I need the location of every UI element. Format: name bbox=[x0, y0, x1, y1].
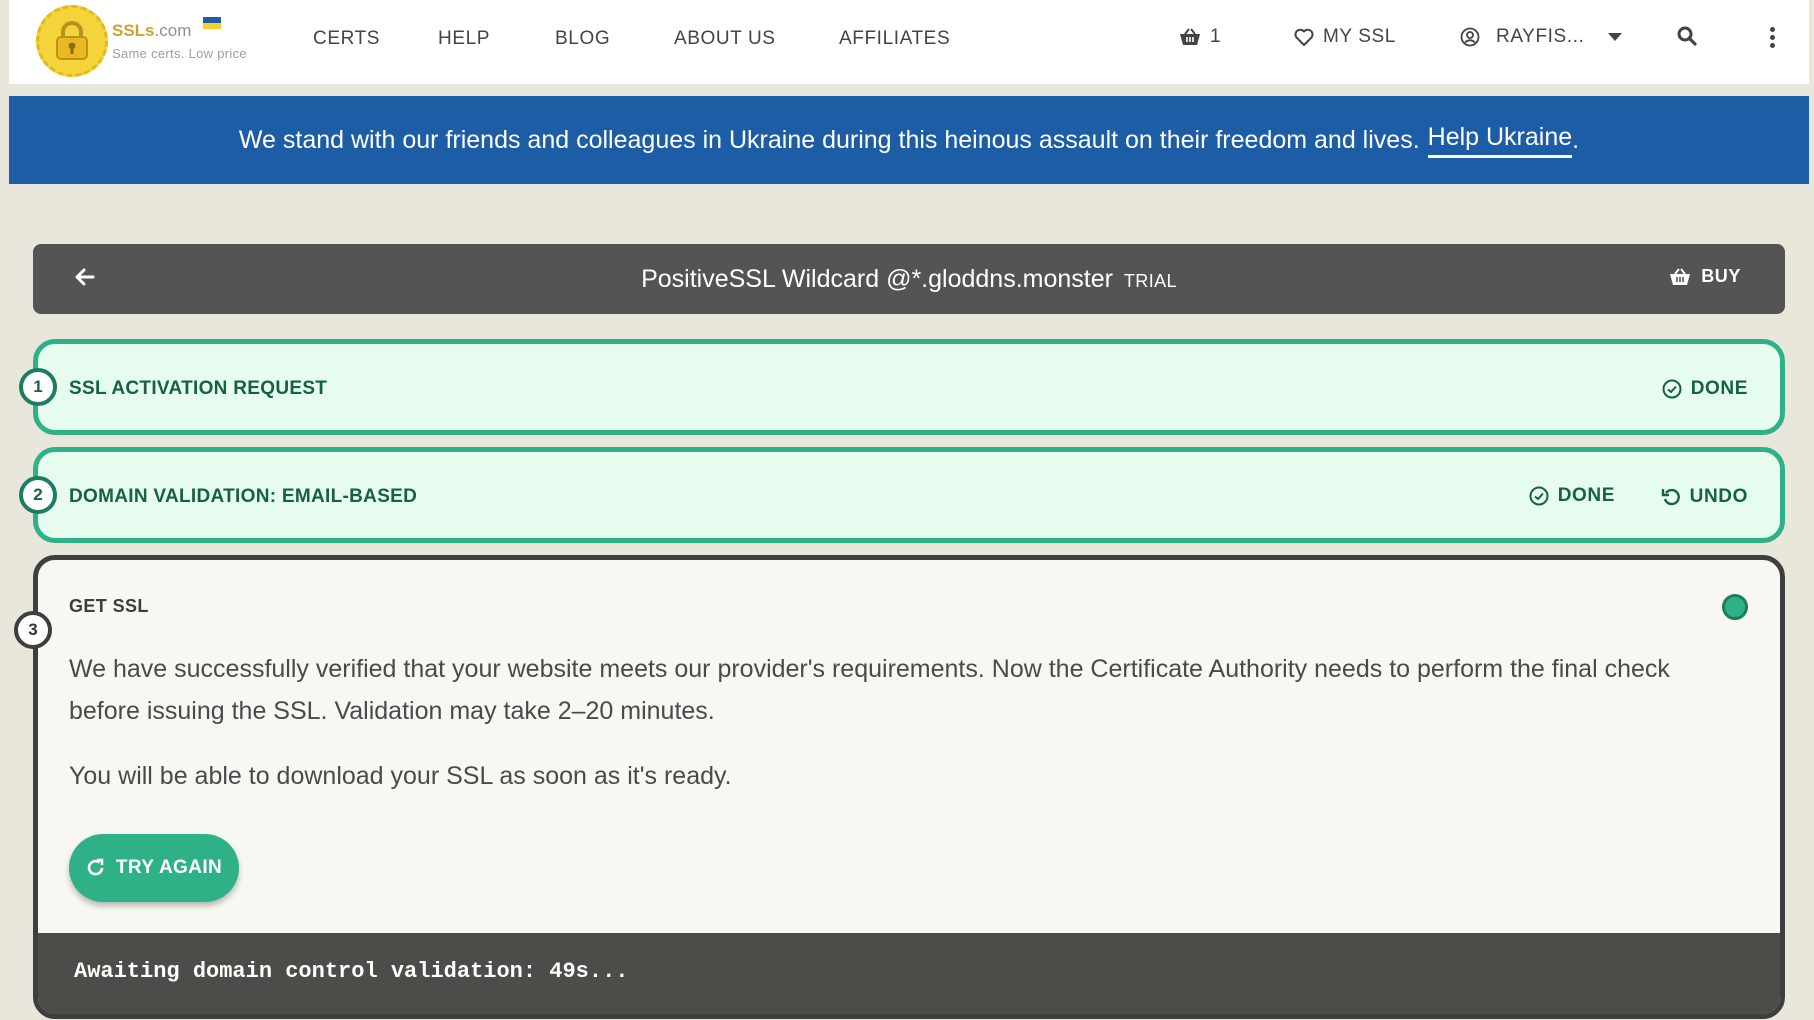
brand-name: SSLs.com bbox=[112, 21, 192, 40]
step-ssl-activation-request: 1 SSL ACTIVATION REQUEST DONE bbox=[19, 339, 1785, 435]
ukraine-support-banner: We stand with our friends and colleagues… bbox=[9, 96, 1809, 184]
step-number: 1 bbox=[19, 368, 57, 406]
page-title: PositiveSSL Wildcard @*.gloddns.monster … bbox=[33, 265, 1785, 294]
console-output: Awaiting domain control validation: 49s.… bbox=[74, 959, 629, 984]
download-info: You will be able to download your SSL as… bbox=[69, 762, 732, 790]
validation-message: We have successfully verified that your … bbox=[69, 655, 1670, 725]
step-title: DOMAIN VALIDATION: EMAIL-BASED bbox=[69, 486, 418, 507]
account-name: RAYFIS... bbox=[1496, 26, 1585, 47]
account-menu[interactable]: RAYFIS... bbox=[1460, 26, 1623, 48]
undo-label: UNDO bbox=[1689, 486, 1748, 507]
banner-text: We stand with our friends and colleagues… bbox=[238, 125, 1420, 154]
validation-console: Awaiting domain control validation: 49s.… bbox=[38, 933, 1780, 1014]
search-icon bbox=[1677, 26, 1697, 46]
undo-button[interactable]: UNDO bbox=[1661, 486, 1748, 508]
status-label: DONE bbox=[1690, 378, 1748, 399]
nav-link-help[interactable]: HELP bbox=[438, 28, 490, 50]
search-button[interactable] bbox=[1677, 26, 1697, 46]
cart-count: 1 bbox=[1210, 26, 1222, 47]
more-options-icon[interactable] bbox=[1768, 27, 1776, 49]
step-title: GET SSL bbox=[69, 596, 149, 616]
step-get-ssl: GET SSL We have successfully verified th… bbox=[33, 555, 1785, 1019]
nav-link-certs[interactable]: CERTS bbox=[313, 28, 380, 50]
buy-button[interactable]: BUY bbox=[1669, 266, 1741, 287]
step-title: SSL ACTIVATION REQUEST bbox=[69, 378, 328, 399]
product-name: PositiveSSL Wildcard @*.gloddns.monster bbox=[641, 265, 1113, 293]
help-ukraine-link[interactable]: Help Ukraine bbox=[1427, 123, 1573, 158]
undo-icon bbox=[1661, 488, 1680, 506]
order-titlebar: PositiveSSL Wildcard @*.gloddns.monster … bbox=[33, 244, 1785, 314]
trial-badge: TRIAL bbox=[1123, 271, 1177, 291]
step-domain-validation: 2 DOMAIN VALIDATION: EMAIL-BASED DONE UN… bbox=[19, 447, 1785, 543]
step-number: 2 bbox=[19, 476, 57, 514]
nav-link-affiliates[interactable]: AFFILIATES bbox=[839, 28, 950, 50]
basket-icon bbox=[1670, 267, 1691, 285]
try-again-label: TRY AGAIN bbox=[115, 857, 223, 878]
cart-button[interactable]: 1 bbox=[1179, 26, 1221, 48]
check-circle-icon bbox=[1662, 379, 1682, 399]
step-status-done: DONE bbox=[1529, 485, 1615, 507]
nav-link-blog[interactable]: BLOG bbox=[555, 28, 610, 50]
try-again-button[interactable]: TRY AGAIN bbox=[69, 834, 239, 902]
brand-tagline: Same certs. Low price bbox=[112, 46, 247, 61]
ukraine-flag-icon bbox=[203, 17, 221, 29]
check-circle-icon bbox=[1529, 486, 1549, 506]
step-number: 3 bbox=[14, 611, 52, 649]
in-progress-indicator bbox=[1722, 594, 1748, 620]
ssls-logo[interactable]: SSLs.com Same certs. Low price bbox=[36, 5, 276, 77]
padlock-logo-icon bbox=[36, 5, 108, 77]
heart-icon bbox=[1294, 28, 1314, 46]
banner-trailing-punctuation: . bbox=[1572, 125, 1580, 154]
buy-label: BUY bbox=[1701, 266, 1741, 286]
user-circle-icon bbox=[1460, 27, 1480, 47]
step-status-done: DONE bbox=[1662, 378, 1748, 400]
basket-icon bbox=[1180, 28, 1200, 45]
my-ssl-link[interactable]: MY SSL bbox=[1294, 26, 1396, 48]
status-label: DONE bbox=[1557, 485, 1615, 506]
nav-link-about-us[interactable]: ABOUT US bbox=[674, 28, 776, 50]
top-navigation: SSLs.com Same certs. Low price CERTS HEL… bbox=[9, 0, 1809, 84]
my-ssl-label: MY SSL bbox=[1323, 26, 1396, 47]
caret-down-icon bbox=[1608, 33, 1623, 41]
refresh-icon bbox=[87, 858, 104, 876]
